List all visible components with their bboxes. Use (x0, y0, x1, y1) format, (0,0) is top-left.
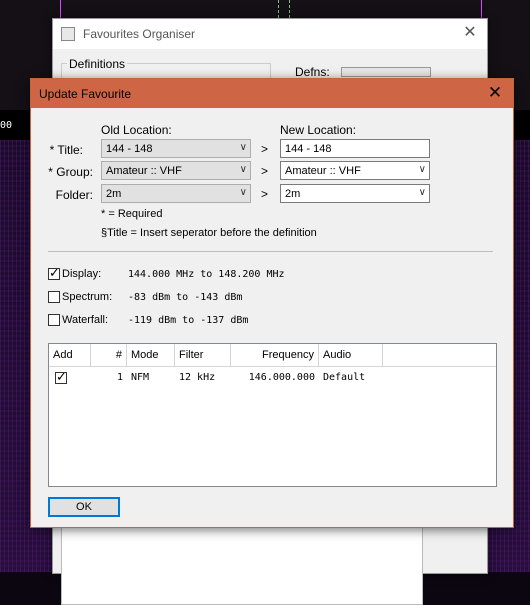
ok-button[interactable]: OK (48, 497, 120, 517)
spectrum-range: -83 dBm to -143 dBm (128, 292, 243, 303)
old-group-value: Amateur :: VHF (106, 165, 182, 177)
organiser-title-bar[interactable]: Favourites Organiser (53, 19, 487, 49)
definitions-table[interactable]: Add # Mode Filter Frequency Audio ✓ 1 NF… (48, 343, 497, 487)
column-header-audio[interactable]: Audio (319, 344, 383, 366)
title-label: * Title: (49, 143, 83, 157)
copy-arrow: > (261, 187, 269, 201)
chevron-down-icon: ∨ (418, 187, 426, 198)
row-number: 1 (116, 372, 123, 383)
checkmark-icon: ✓ (56, 369, 67, 384)
update-favourite-dialog: Update Favourite ✕ Old Location: New Loc… (30, 78, 514, 528)
row-filter: 12 kHz (179, 372, 216, 383)
organiser-close-icon[interactable]: ✕ (461, 24, 479, 42)
dialog-close-icon[interactable]: ✕ (485, 83, 505, 103)
row-frequency: 146.000.000 (248, 372, 315, 383)
new-folder-value: 2m (285, 188, 301, 200)
new-group-value: Amateur :: VHF (285, 165, 361, 177)
new-folder-combo[interactable]: 2m ∨ (280, 184, 430, 203)
column-header-add[interactable]: Add (49, 344, 91, 366)
spectrum-checkbox[interactable] (48, 291, 60, 303)
new-location-header: New Location: (280, 123, 357, 137)
dialog-title-bar[interactable]: Update Favourite (31, 79, 513, 108)
row-mode: NFM (131, 372, 150, 383)
tuning-cursor (278, 0, 290, 18)
group-label: * Group: (48, 165, 93, 179)
checkmark-icon: ✓ (49, 265, 60, 280)
add-row-checkbox[interactable]: ✓ (55, 369, 67, 384)
chevron-down-icon: ∨ (239, 164, 247, 175)
new-group-combo[interactable]: Amateur :: VHF ∨ (280, 161, 430, 180)
defns-label: Defns: (295, 65, 330, 79)
table-header: Add # Mode Filter Frequency Audio (49, 344, 496, 367)
spectrum-label: Spectrum: (62, 291, 113, 303)
column-header-number[interactable]: # (91, 344, 127, 366)
old-title-combo[interactable]: 144 - 148 ∨ (101, 139, 251, 158)
new-title-input[interactable]: 144 - 148 (280, 139, 430, 158)
column-header-mode[interactable]: Mode (127, 344, 175, 366)
separator-note: §Title = Insert seperator before the def… (101, 227, 317, 239)
chevron-down-icon: ∨ (239, 142, 247, 153)
column-header-filter[interactable]: Filter (175, 344, 231, 366)
old-folder-combo[interactable]: 2m ∨ (101, 184, 251, 203)
waterfall-label: Waterfall: (62, 314, 109, 326)
old-location-header: Old Location: (101, 123, 172, 137)
defns-progress-bar (341, 67, 431, 77)
organiser-title: Favourites Organiser (83, 27, 196, 41)
divider (48, 251, 493, 252)
folder-label: Folder: (55, 188, 93, 202)
copy-arrow: > (261, 164, 269, 178)
window-app-icon (61, 27, 75, 41)
column-header-frequency[interactable]: Frequency (231, 344, 319, 366)
definitions-label: Definitions (67, 57, 128, 71)
chevron-down-icon: ∨ (239, 187, 247, 198)
copy-arrow: > (261, 142, 269, 156)
frequency-scale-label: 00 (0, 120, 13, 131)
required-note: * = Required (101, 208, 163, 220)
old-group-combo[interactable]: Amateur :: VHF ∨ (101, 161, 251, 180)
old-title-value: 144 - 148 (106, 143, 153, 155)
old-folder-value: 2m (106, 188, 122, 200)
display-label: Display: (62, 268, 102, 280)
row-audio: Default (323, 372, 366, 383)
new-title-value: 144 - 148 (285, 143, 332, 155)
organiser-list[interactable] (61, 519, 423, 605)
waterfall-checkbox[interactable] (48, 314, 60, 326)
chevron-down-icon: ∨ (418, 164, 426, 175)
display-range: 144.000 MHz to 148.200 MHz (128, 269, 285, 280)
dialog-title: Update Favourite (39, 86, 132, 101)
waterfall-range: -119 dBm to -137 dBm (128, 315, 249, 326)
display-checkbox[interactable]: ✓ (48, 265, 60, 280)
